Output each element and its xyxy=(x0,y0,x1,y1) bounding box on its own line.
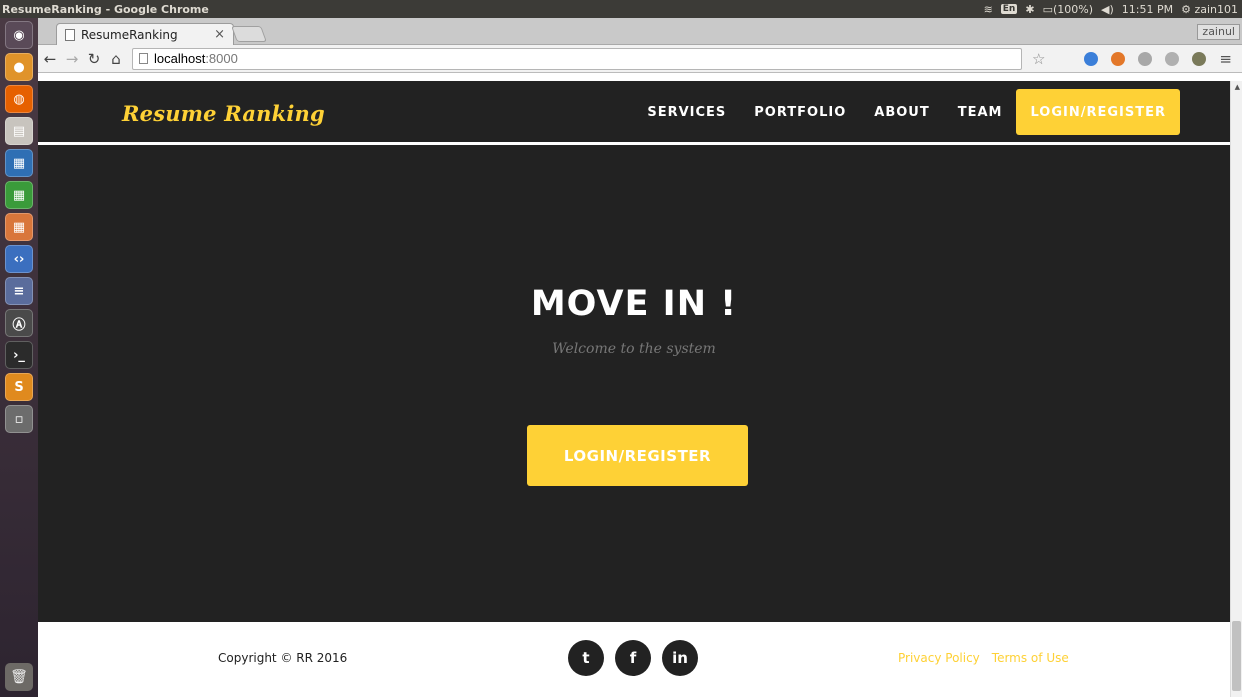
impress-launcher-icon[interactable]: ▦ xyxy=(5,213,33,241)
facebook-icon[interactable]: f xyxy=(615,640,651,676)
hero-section: MOVE IN ! Welcome to the system LOGIN/RE… xyxy=(38,148,1230,622)
nav-login-register-button[interactable]: LOGIN/REGISTER xyxy=(1016,89,1180,135)
keyboard-layout-indicator[interactable]: En xyxy=(1000,4,1018,14)
linkedin-icon[interactable]: in xyxy=(662,640,698,676)
forward-icon[interactable]: → xyxy=(62,50,82,68)
session-menu[interactable]: ⚙ zain101 xyxy=(1181,3,1238,16)
trash-icon[interactable]: 🗑 xyxy=(5,663,33,691)
page-info-icon[interactable] xyxy=(139,53,148,64)
extension-icons: ≡ xyxy=(1084,50,1242,68)
site-navbar: Resume Ranking SERVICES PORTFOLIO ABOUT … xyxy=(38,81,1242,145)
volume-icon[interactable]: ◀) xyxy=(1101,3,1114,16)
copyright-text: Copyright © RR 2016 xyxy=(218,651,348,665)
hero-title: MOVE IN ! xyxy=(530,284,738,324)
scroll-up-icon[interactable]: ▲ xyxy=(1235,83,1240,91)
extension-ghostery-icon[interactable] xyxy=(1084,51,1099,66)
tab-title: ResumeRanking xyxy=(81,27,178,42)
terms-of-use-link[interactable]: Terms of Use xyxy=(992,651,1069,665)
site-footer: Copyright © RR 2016 t f in Privacy Polic… xyxy=(38,622,1230,697)
software-center-launcher-icon[interactable]: Ⓐ xyxy=(5,309,33,337)
nav-portfolio[interactable]: PORTFOLIO xyxy=(754,105,846,120)
system-top-panel: ResumeRanking - Google Chrome ≋ En ✱ ▭(1… xyxy=(0,0,1242,18)
system-indicators: ≋ En ✱ ▭(100%) ◀) 11:51 PM ⚙ zain101 xyxy=(984,3,1242,16)
browser-tab[interactable]: ResumeRanking × xyxy=(56,23,234,45)
tab-strip: ResumeRanking × zainul xyxy=(38,18,1242,45)
close-tab-icon[interactable]: × xyxy=(214,27,225,42)
twitter-icon[interactable]: t xyxy=(568,640,604,676)
browser-window: ResumeRanking × zainul ← → ↻ ⌂ localhost… xyxy=(38,18,1242,697)
profile-button[interactable]: zainul xyxy=(1197,24,1240,40)
files-launcher-icon[interactable]: ▤ xyxy=(5,117,33,145)
chrome-launcher-icon[interactable]: ● xyxy=(5,53,33,81)
page-icon xyxy=(65,28,75,41)
url-host: localhost xyxy=(154,51,206,66)
nav-services[interactable]: SERVICES xyxy=(647,105,726,120)
site-menu: SERVICES PORTFOLIO ABOUT TEAM LOGIN/REGI… xyxy=(619,89,1180,135)
wifi-icon[interactable]: ≋ xyxy=(984,3,993,16)
eclipse-launcher-icon[interactable]: ≡ xyxy=(5,277,33,305)
home-icon[interactable]: ⌂ xyxy=(106,50,126,68)
social-links: t f in xyxy=(568,640,698,676)
address-bar[interactable]: localhost :8000 xyxy=(132,47,1022,70)
dash-home-icon[interactable]: ◉ xyxy=(5,21,33,49)
nav-about[interactable]: ABOUT xyxy=(874,105,929,120)
reload-icon[interactable]: ↻ xyxy=(84,50,104,68)
footer-links: Privacy Policy Terms of Use xyxy=(898,651,1069,665)
site-brand[interactable]: Resume Ranking xyxy=(122,101,325,126)
chrome-menu-icon[interactable]: ≡ xyxy=(1219,50,1232,68)
writer-launcher-icon[interactable]: ▦ xyxy=(5,149,33,177)
sublime-launcher-icon[interactable]: S xyxy=(5,373,33,401)
terminal-launcher-icon[interactable]: ›_ xyxy=(5,341,33,369)
web-page: Resume Ranking SERVICES PORTFOLIO ABOUT … xyxy=(38,81,1242,697)
scroll-thumb[interactable] xyxy=(1232,621,1241,691)
extension-bulb-icon[interactable] xyxy=(1165,51,1180,66)
new-tab-button[interactable] xyxy=(231,26,267,42)
calc-launcher-icon[interactable]: ▦ xyxy=(5,181,33,209)
bluetooth-icon[interactable]: ✱ xyxy=(1025,3,1034,16)
extension-gray-icon[interactable] xyxy=(1138,51,1153,66)
hero-login-register-button[interactable]: LOGIN/REGISTER xyxy=(527,425,748,486)
clock[interactable]: 11:51 PM xyxy=(1122,3,1173,16)
workspace-switcher-icon[interactable]: ▫ xyxy=(5,405,33,433)
bookmark-star-icon[interactable]: ☆ xyxy=(1032,50,1045,68)
extension-fire-icon[interactable] xyxy=(1111,51,1126,66)
hero-subtitle: Welcome to the system xyxy=(552,341,716,357)
unity-launcher: ◉ ● ◍ ▤ ▦ ▦ ▦ ‹› ≡ Ⓐ ›_ S ▫ 🗑 xyxy=(0,18,38,697)
window-title: ResumeRanking - Google Chrome xyxy=(2,2,209,16)
nav-team[interactable]: TEAM xyxy=(958,105,1003,120)
browser-toolbar: ← → ↻ ⌂ localhost :8000 ☆ ≡ xyxy=(38,45,1242,73)
firefox-launcher-icon[interactable]: ◍ xyxy=(5,85,33,113)
extension-bug-icon[interactable] xyxy=(1192,51,1207,66)
code-editor-launcher-icon[interactable]: ‹› xyxy=(5,245,33,273)
page-scrollbar[interactable]: ▲ xyxy=(1230,81,1242,697)
url-port: :8000 xyxy=(205,51,238,66)
privacy-policy-link[interactable]: Privacy Policy xyxy=(898,651,980,665)
battery-indicator[interactable]: ▭(100%) xyxy=(1043,3,1093,16)
back-icon[interactable]: ← xyxy=(40,50,60,68)
